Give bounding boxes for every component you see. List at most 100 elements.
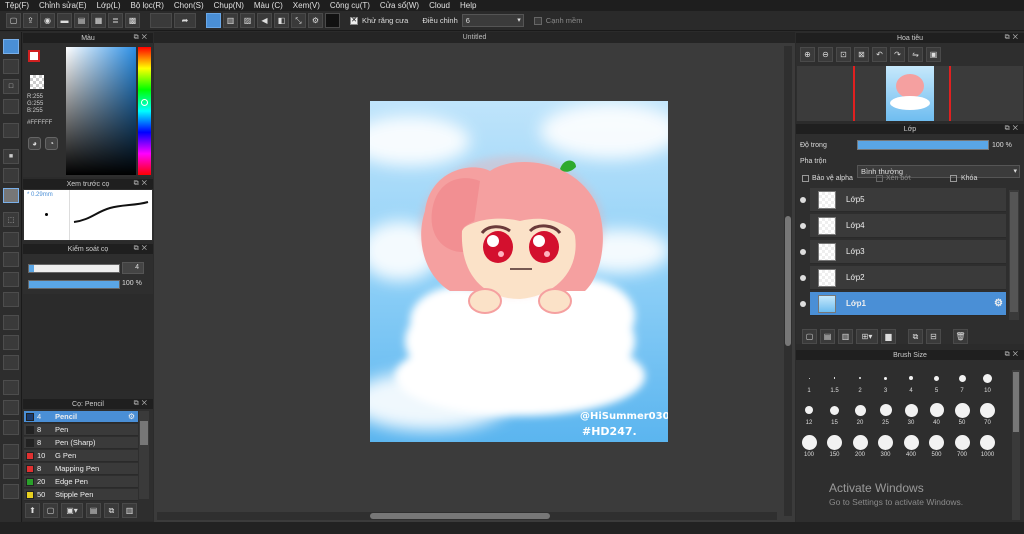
panel-controls-icon[interactable]: ⧉✕ (1005, 33, 1021, 43)
brush-item[interactable]: 4 Pencil ⚙ (24, 411, 138, 423)
brush-folder-icon[interactable]: ▣▾ (61, 503, 83, 518)
panel-controls-icon[interactable]: ⧉✕ (134, 244, 150, 254)
brush-size-dot[interactable] (830, 405, 839, 415)
brush-opacity-slider[interactable] (28, 280, 120, 289)
brush-size-slider[interactable] (28, 264, 120, 273)
navigator-preview[interactable] (797, 66, 1023, 121)
layer-row[interactable]: Lớp3 (810, 240, 1006, 264)
brush-item[interactable]: 20 Edge Pen (24, 476, 138, 488)
layer-visibility-eye-icon[interactable] (800, 197, 806, 203)
black-fill-button[interactable] (325, 13, 340, 28)
magic-wand-icon[interactable] (3, 123, 19, 138)
rotate-right-icon[interactable]: ↷ (890, 47, 905, 62)
new-brush-icon[interactable]: ▢ (43, 503, 58, 518)
brush-size-dot[interactable] (903, 434, 919, 450)
panel-controls-icon[interactable]: ⧉✕ (134, 399, 150, 409)
layer-row[interactable]: Lớp4 (810, 214, 1006, 238)
brush-size-dot[interactable] (833, 377, 836, 379)
brush-item[interactable]: 10 G Pen (24, 450, 138, 462)
brush-size-dot[interactable] (954, 402, 970, 418)
add-brush-icon[interactable]: ⬆ (25, 503, 40, 518)
brush-size-dot[interactable] (805, 406, 813, 414)
lasso-icon[interactable] (3, 99, 19, 114)
brush-size-dot[interactable] (859, 377, 861, 379)
pattern-icon[interactable]: ▩ (125, 13, 140, 28)
mask-icon[interactable]: ◧ (274, 13, 289, 28)
hue-slider-knob[interactable] (141, 99, 148, 106)
brush-delete-icon[interactable]: ▥ (122, 503, 137, 518)
brush-size-dot[interactable] (878, 434, 893, 450)
actual-size-icon[interactable]: ⊠ (854, 47, 869, 62)
add-layer-menu-icon[interactable]: ⊞▾ (856, 329, 878, 344)
deselect-button[interactable] (150, 13, 172, 28)
document-tab[interactable]: Untitled (154, 32, 795, 43)
eraser-icon[interactable]: ■ (3, 149, 19, 164)
foreground-color-swatch[interactable] (28, 50, 40, 62)
brush-size-dot[interactable] (852, 434, 868, 450)
brush-size-dot[interactable] (929, 403, 944, 417)
brush-size-dot[interactable] (983, 373, 992, 383)
brush-size-dot[interactable] (929, 434, 944, 450)
flip-icon[interactable]: ⇋ (908, 47, 923, 62)
brush-size-dot[interactable] (980, 402, 995, 418)
layer-row[interactable]: Lớp1 ⚙ (810, 292, 1006, 316)
hue-slider[interactable] (138, 47, 151, 175)
layer-visibility-eye-icon[interactable] (800, 275, 806, 281)
artwork-canvas[interactable]: @HiSummer0304 #HD247. (370, 101, 668, 442)
brush-size-dot[interactable] (801, 434, 817, 450)
grid-icon[interactable]: ▦ (91, 13, 106, 28)
brush-item[interactable]: 8 Pen (24, 424, 138, 436)
smudge-tool-icon[interactable] (3, 420, 19, 435)
canvas-horizontal-scroll-thumb[interactable] (370, 513, 550, 519)
panel-controls-icon[interactable]: ⧉✕ (1005, 350, 1021, 360)
brush-list-scrollbar[interactable] (139, 411, 149, 499)
menu-item-2[interactable]: Lớp(L) (92, 0, 126, 11)
layer-visibility-eye-icon[interactable] (800, 223, 806, 229)
marquee-icon[interactable]: ⬚ (3, 212, 19, 227)
brush-size-value[interactable]: 4 (122, 262, 144, 274)
brush-size-dot[interactable] (954, 434, 970, 450)
panel-controls-icon[interactable]: ⧉✕ (134, 179, 150, 189)
zoom-out-icon[interactable]: ⊖ (818, 47, 833, 62)
adjust-select[interactable]: 6 (461, 14, 524, 27)
list-icon[interactable]: ≣ (108, 13, 123, 28)
brush-size-dot[interactable] (909, 376, 913, 380)
speech-icon[interactable]: ▬ (57, 13, 72, 28)
menu-item-9[interactable]: Cửa sổ(W) (375, 0, 424, 11)
new-1bit-layer-icon[interactable]: ▥ (838, 329, 853, 344)
brush-size-dot[interactable] (980, 434, 995, 450)
menu-item-4[interactable]: Chọn(S) (169, 0, 209, 11)
select-tool-icon[interactable] (3, 39, 19, 54)
new-layer-icon[interactable]: ▢ (802, 329, 817, 344)
menu-item-7[interactable]: Xem(V) (288, 0, 325, 11)
brush-item[interactable]: 8 Mapping Pen (24, 463, 138, 475)
antialias-checkbox[interactable]: ✕ (350, 16, 358, 25)
brush-settings-icon[interactable]: ▤ (86, 503, 101, 518)
settings-gear-icon[interactable]: ⚙ (308, 13, 323, 28)
eyedropper-icon[interactable] (3, 232, 19, 247)
delete-layer-icon[interactable]: 🗑 (953, 329, 968, 344)
canvas-vertical-scroll-thumb[interactable] (785, 216, 791, 346)
brush-settings-gear-icon[interactable]: ⚙ (128, 412, 135, 421)
brush-size-dot[interactable] (879, 404, 892, 416)
canvas-vertical-scrollbar[interactable] (784, 46, 792, 516)
layer-visibility-eye-icon[interactable] (800, 249, 806, 255)
brush-item[interactable]: 8 Pen (Sharp) (24, 437, 138, 449)
protect-alpha-checkbox[interactable] (802, 175, 809, 182)
navigator-options-icon[interactable]: ▣ (926, 47, 941, 62)
redo-icon[interactable]: ➦ (174, 13, 196, 28)
menu-item-1[interactable]: Chỉnh sửa(E) (34, 0, 92, 11)
divide-tool-icon[interactable] (3, 355, 19, 370)
blur-tool-icon[interactable] (3, 400, 19, 415)
menu-item-8[interactable]: Công cụ(T) (325, 0, 375, 11)
fit-screen-icon[interactable]: ⊡ (836, 47, 851, 62)
brush-size-dot[interactable] (808, 377, 810, 379)
menu-item-6[interactable]: Màu (C) (249, 0, 288, 11)
duplicate-layer-icon[interactable]: ⧉ (908, 329, 923, 344)
panel-controls-icon[interactable]: ⧉✕ (134, 33, 150, 43)
brush-size-dot[interactable] (884, 376, 887, 380)
color-wheel-icon[interactable]: ◔ (45, 137, 58, 150)
brush-size-scrollbar[interactable] (1012, 370, 1020, 520)
layer-settings-gear-icon[interactable]: ⚙ (994, 298, 1003, 309)
open-icon[interactable]: ⇪ (23, 13, 38, 28)
